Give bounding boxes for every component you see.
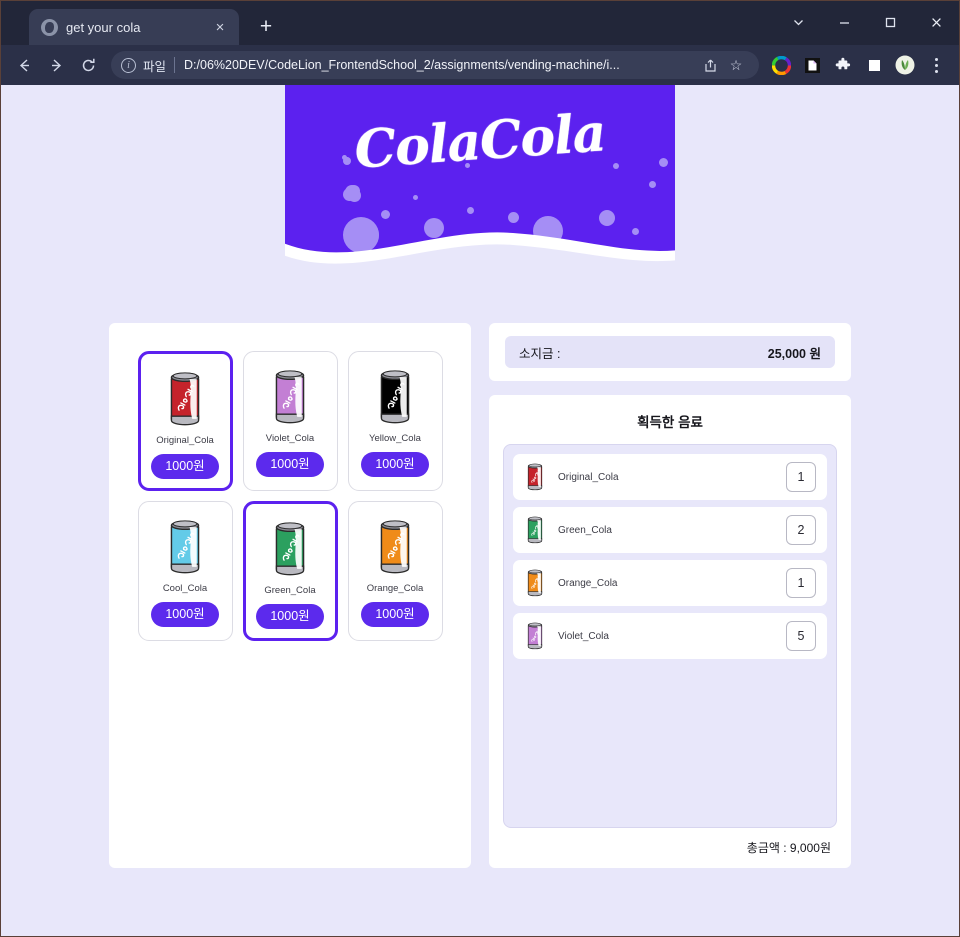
acquired-item-quantity: 1 <box>786 568 816 598</box>
square-extension-icon[interactable] <box>859 50 889 80</box>
acquired-item-name: Green_Cola <box>558 524 612 536</box>
page-viewport: ColaCola Original_Cola 1000원 Violet_Cola… <box>1 85 959 936</box>
tab-get-your-cola[interactable]: get your cola × <box>29 9 239 45</box>
acquired-can-image <box>524 622 546 650</box>
color-wheel-extension-icon[interactable] <box>766 50 796 80</box>
cola-can-icon <box>527 569 543 597</box>
acquired-item-quantity: 1 <box>786 462 816 492</box>
window-maximize-button[interactable] <box>867 1 913 43</box>
acquired-panel: 획득한 음료 Original_Cola 1 Green_Cola 2 Oran… <box>489 395 851 868</box>
right-column: 소지금 : 25,000 원 획득한 음료 Original_Cola 1 Gr… <box>489 323 851 868</box>
acquired-item-name: Original_Cola <box>558 471 619 483</box>
product-name: Green_Cola <box>264 585 316 596</box>
acquired-row: Orange_Cola 1 <box>513 560 827 606</box>
product-can-image <box>165 513 205 581</box>
acquired-item-quantity: 5 <box>786 621 816 651</box>
share-icon[interactable] <box>697 58 723 73</box>
product-price-button[interactable]: 1000원 <box>256 452 324 477</box>
cola-can-icon <box>170 372 200 426</box>
window-controls <box>775 1 959 43</box>
total-amount-label: 총금액 : 9,000원 <box>746 841 831 855</box>
tab-strip: get your cola × + <box>1 1 959 45</box>
bubble-decor <box>347 189 359 201</box>
product-can-image <box>270 363 310 431</box>
product-grid: Original_Cola 1000원 Violet_Cola 1000원 Yell… <box>109 351 471 641</box>
bubble-decor <box>613 163 619 169</box>
wallet-amount: 25,000 원 <box>767 346 821 361</box>
bubble-decor <box>649 181 656 188</box>
omnibox-divider <box>174 57 176 73</box>
wallet-label: 소지금 : <box>519 346 561 361</box>
acquired-can-image <box>524 516 546 544</box>
tab-search-icon[interactable] <box>775 1 821 43</box>
cola-can-icon <box>380 370 410 424</box>
reload-icon[interactable] <box>73 50 103 80</box>
puzzle-extension-icon[interactable] <box>828 50 858 80</box>
cola-can-icon <box>170 520 200 574</box>
forward-icon[interactable] <box>41 50 71 80</box>
tab-favicon-icon <box>41 18 58 36</box>
cola-can-icon <box>527 463 543 491</box>
product-name: Yellow_Cola <box>369 433 421 444</box>
url-scheme-label: 파일 <box>143 59 167 74</box>
cola-can-icon <box>275 370 305 424</box>
cola-can-icon <box>527 516 543 544</box>
tab-title: get your cola <box>66 19 141 35</box>
acquired-row: Original_Cola 1 <box>513 454 827 500</box>
acquired-list: Original_Cola 1 Green_Cola 2 Orange_Cola 1 <box>503 444 837 828</box>
window-minimize-button[interactable] <box>821 1 867 43</box>
product-name: Violet_Cola <box>265 433 315 444</box>
product-price-button[interactable]: 1000원 <box>361 452 429 477</box>
product-price-button[interactable]: 1000원 <box>151 454 219 479</box>
product-card[interactable]: Green_Cola 1000원 <box>242 501 338 641</box>
product-price-button[interactable]: 1000원 <box>361 602 429 627</box>
product-price-button[interactable]: 1000원 <box>256 604 324 629</box>
acquired-title: 획득한 음료 <box>637 415 703 430</box>
product-can-image <box>165 365 205 433</box>
acquired-can-image <box>524 569 546 597</box>
window-close-button[interactable] <box>913 1 959 43</box>
acquired-item-name: Orange_Cola <box>558 577 618 589</box>
acquired-item-quantity: 2 <box>786 515 816 545</box>
wallet-display: 소지금 : 25,000 원 <box>505 336 835 368</box>
wallet-panel: 소지금 : 25,000 원 <box>489 323 851 381</box>
url-text[interactable]: D:/06%20DEV/CodeLion_FrontendSchool_2/as… <box>184 58 697 72</box>
banner-wave-shape <box>285 232 675 265</box>
profile-avatar[interactable] <box>890 50 920 80</box>
product-card[interactable]: Yellow_Cola 1000원 <box>347 351 443 491</box>
browser-toolbar: i 파일 D:/06%20DEV/CodeLion_FrontendSchool… <box>1 45 959 85</box>
product-can-image <box>375 363 415 431</box>
main-content: Original_Cola 1000원 Violet_Cola 1000원 Yell… <box>1 323 959 868</box>
cola-can-icon <box>275 522 305 576</box>
cola-can-icon <box>380 520 410 574</box>
new-tab-button[interactable]: + <box>253 15 279 39</box>
product-can-image <box>270 515 310 583</box>
product-card[interactable]: Cool_Cola 1000원 <box>137 501 233 641</box>
acquired-row: Green_Cola 2 <box>513 507 827 553</box>
document-extension-icon[interactable] <box>797 50 827 80</box>
product-name: Original_Cola <box>156 435 214 446</box>
acquired-row: Violet_Cola 5 <box>513 613 827 659</box>
site-info-icon[interactable]: i <box>121 57 136 73</box>
acquired-item-name: Violet_Cola <box>558 630 609 642</box>
site-banner: ColaCola <box>285 85 675 265</box>
back-icon[interactable] <box>9 50 39 80</box>
browser-window: get your cola × + i 파일 D:/06%20DEV/CodeL… <box>0 0 960 937</box>
product-card[interactable]: Violet_Cola 1000원 <box>242 351 338 491</box>
vending-machine-panel: Original_Cola 1000원 Violet_Cola 1000원 Yell… <box>109 323 471 868</box>
more-menu-icon[interactable] <box>921 50 951 80</box>
product-price-button[interactable]: 1000원 <box>151 602 219 627</box>
product-can-image <box>375 513 415 581</box>
product-name: Orange_Cola <box>366 583 424 594</box>
address-bar[interactable]: i 파일 D:/06%20DEV/CodeLion_FrontendSchool… <box>111 51 759 79</box>
product-card[interactable]: Original_Cola 1000원 <box>137 351 233 491</box>
product-card[interactable]: Orange_Cola 1000원 <box>347 501 443 641</box>
cola-can-icon <box>527 622 543 650</box>
bookmark-star-icon[interactable]: ☆ <box>723 57 749 74</box>
product-name: Cool_Cola <box>162 583 208 594</box>
bubble-decor <box>413 195 418 200</box>
acquired-can-image <box>524 463 546 491</box>
tab-close-icon[interactable]: × <box>209 20 231 35</box>
